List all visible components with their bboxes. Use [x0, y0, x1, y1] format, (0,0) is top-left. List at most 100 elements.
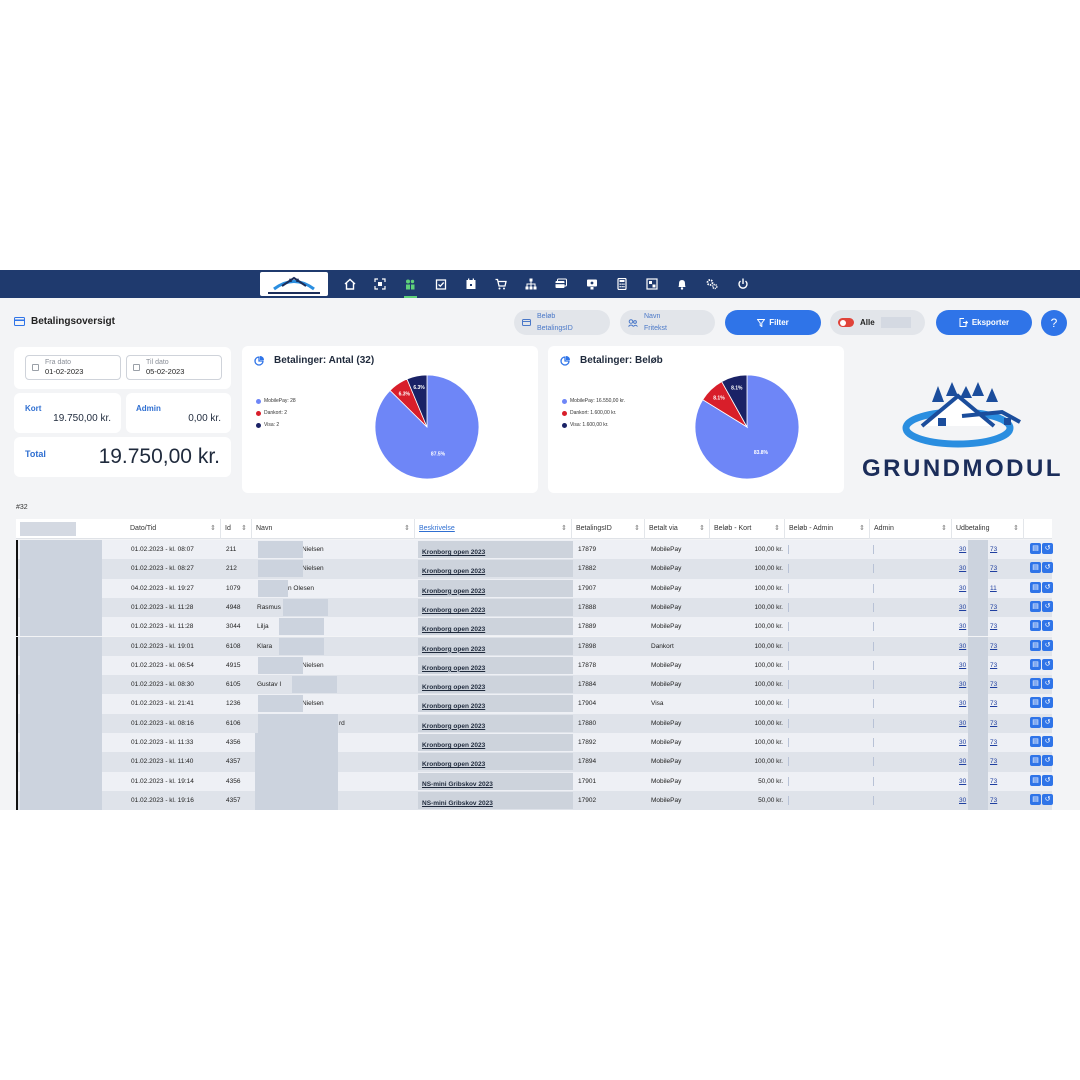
col-payment-id[interactable]: BetalingsID ⇕ [572, 519, 645, 539]
cell-description[interactable]: Kronborg open 2023 [418, 656, 573, 674]
payout-link[interactable]: 73 [990, 559, 997, 578]
table-row[interactable]: 01.02.2023 - kl. 19:01 6108 Klara Kronborg … [16, 636, 1053, 656]
sort-icon[interactable]: ⇕ [699, 519, 705, 539]
table-row[interactable]: 01.02.2023 - kl. 08:27 212 Nielsen Kronborg… [16, 559, 1053, 579]
payout-link[interactable]: 73 [990, 733, 997, 752]
filter-button[interactable]: Filter [725, 310, 821, 335]
payout-link[interactable]: 73 [990, 791, 997, 810]
nav-cart-icon[interactable] [486, 270, 516, 298]
payout-link[interactable]: 30 [959, 772, 966, 791]
sort-icon[interactable]: ⇕ [241, 519, 247, 539]
description-link[interactable]: Kronborg open 2023 [418, 549, 485, 556]
table-row[interactable]: 01.02.2023 - kl. 11:33 4356 Kronborg open … [16, 733, 1053, 753]
cell-description[interactable]: NS-mini Gribskov 2023 [418, 791, 573, 809]
sort-icon[interactable]: ⇕ [404, 519, 410, 539]
payout-link[interactable]: 30 [959, 559, 966, 578]
cell-description[interactable]: Kronborg open 2023 [418, 676, 573, 694]
table-row[interactable]: 01.02.2023 - kl. 19:14 4356 NS-mini Gribsk… [16, 771, 1053, 791]
refund-icon[interactable]: ↺ [1042, 543, 1053, 554]
refund-icon[interactable]: ↺ [1042, 562, 1053, 574]
sort-icon[interactable]: ⇕ [634, 519, 640, 539]
table-row[interactable]: 01.02.2023 - kl. 21:41 1236 Nielsen Kronbor… [16, 694, 1053, 714]
status-toggle[interactable] [838, 318, 854, 327]
table-row[interactable]: 01.02.2023 - kl. 08:07 211 Nielsen Kronborg… [16, 540, 1053, 560]
payout-link[interactable]: 73 [990, 714, 997, 733]
payout-link[interactable]: 73 [990, 617, 997, 636]
nav-payments-icon[interactable] [546, 270, 576, 298]
app-logo[interactable] [260, 272, 328, 296]
nav-tasks-icon[interactable] [426, 270, 456, 298]
refund-icon[interactable]: ↺ [1042, 658, 1053, 670]
refund-icon[interactable]: ↺ [1042, 755, 1053, 767]
table-row[interactable]: 01.02.2023 - kl. 19:16 4357 NS-mini Gribsk… [16, 790, 1053, 810]
table-row[interactable]: 01.02.2023 - kl. 08:30 6105 Gustav I Kronbo… [16, 675, 1053, 695]
status-toggle-pill[interactable]: Alle [830, 310, 925, 335]
to-date-field[interactable]: Til dato 05-02-2023 [126, 355, 222, 380]
description-link[interactable]: Kronborg open 2023 [418, 742, 485, 749]
receipt-icon[interactable]: ▤ [1030, 581, 1041, 593]
sort-icon[interactable]: ⇕ [561, 519, 567, 539]
description-link[interactable]: Kronborg open 2023 [418, 723, 485, 730]
payout-link[interactable]: 73 [990, 656, 997, 675]
cell-description[interactable]: Kronborg open 2023 [418, 579, 573, 597]
description-link[interactable]: Kronborg open 2023 [418, 607, 485, 614]
table-row[interactable]: 01.02.2023 - kl. 11:28 3044 Lilja Kronborg … [16, 617, 1053, 637]
cell-description[interactable]: Kronborg open 2023 [418, 753, 573, 771]
refund-icon[interactable]: ↺ [1042, 697, 1053, 709]
refund-icon[interactable]: ↺ [1042, 600, 1053, 612]
payout-link[interactable]: 73 [990, 598, 997, 617]
nav-members-icon[interactable] [395, 270, 425, 298]
receipt-icon[interactable]: ▤ [1030, 600, 1041, 612]
nav-scanner-icon[interactable] [365, 270, 395, 298]
refund-icon[interactable]: ↺ [1042, 620, 1053, 632]
payout-link[interactable]: 73 [990, 675, 997, 694]
cell-description[interactable]: Kronborg open 2023 [418, 560, 573, 578]
refund-icon[interactable]: ↺ [1042, 774, 1053, 786]
payout-link[interactable]: 30 [959, 733, 966, 752]
cell-description[interactable]: Kronborg open 2023 [418, 734, 573, 751]
description-link[interactable]: Kronborg open 2023 [418, 684, 485, 691]
col-amount-admin[interactable]: Beløb - Admin ⇕ [785, 519, 870, 539]
cell-description[interactable]: NS-mini Gribskov 2023 [418, 772, 573, 790]
cell-description[interactable]: Kronborg open 2023 [418, 618, 573, 636]
col-admin[interactable]: Admin ⇕ [870, 519, 952, 539]
description-link[interactable]: Kronborg open 2023 [418, 626, 485, 633]
receipt-icon[interactable]: ▤ [1030, 620, 1041, 632]
description-link[interactable]: Kronborg open 2023 [418, 703, 485, 710]
amount-search-pill[interactable]: Beløb BetalingsID [514, 310, 610, 335]
payout-link[interactable]: 30 [959, 637, 966, 656]
description-link[interactable]: Kronborg open 2023 [418, 646, 485, 653]
refund-icon[interactable]: ↺ [1042, 736, 1053, 747]
refund-icon[interactable]: ↺ [1042, 639, 1053, 651]
nav-power-icon[interactable] [727, 270, 757, 298]
payout-link[interactable]: 30 [959, 617, 966, 636]
help-button[interactable]: ? [1041, 310, 1067, 336]
receipt-icon[interactable]: ▤ [1030, 793, 1041, 805]
receipt-icon[interactable]: ▤ [1030, 755, 1041, 767]
col-id[interactable]: Id ⇕ [221, 519, 252, 539]
cell-description[interactable]: Kronborg open 2023 [418, 541, 573, 558]
col-name[interactable]: Navn ⇕ [252, 519, 415, 539]
description-link[interactable]: Kronborg open 2023 [418, 665, 485, 672]
payout-link[interactable]: 11 [990, 579, 997, 598]
cell-description[interactable]: Kronborg open 2023 [418, 637, 573, 655]
payout-link[interactable]: 30 [959, 540, 966, 559]
table-row[interactable]: 01.02.2023 - kl. 11:40 4357 Kronborg open … [16, 752, 1053, 772]
refund-icon[interactable]: ↺ [1042, 716, 1053, 728]
nav-notifications-icon[interactable] [667, 270, 697, 298]
nav-calculator-icon[interactable] [607, 270, 637, 298]
receipt-icon[interactable]: ▤ [1030, 774, 1041, 786]
table-row[interactable]: 04.02.2023 - kl. 19:27 1079 n Olesen Kronbo… [16, 578, 1053, 598]
table-row[interactable]: 01.02.2023 - kl. 08:16 6106 rd Kronborg ope… [16, 713, 1053, 733]
col-description[interactable]: Beskrivelse ⇕ [415, 519, 572, 539]
payout-link[interactable]: 73 [990, 752, 997, 771]
payout-link[interactable]: 30 [959, 656, 966, 675]
export-button[interactable]: Eksporter [936, 310, 1032, 335]
receipt-icon[interactable]: ▤ [1030, 678, 1041, 690]
nav-home-icon[interactable] [335, 270, 365, 298]
table-row[interactable]: 01.02.2023 - kl. 11:28 4948 Rasmus Kronborg… [16, 597, 1053, 618]
receipt-icon[interactable]: ▤ [1030, 697, 1041, 709]
description-link[interactable]: Kronborg open 2023 [418, 588, 485, 595]
col-paid-via[interactable]: Betalt via ⇕ [645, 519, 710, 539]
from-date-field[interactable]: Fra dato 01-02-2023 [25, 355, 121, 380]
